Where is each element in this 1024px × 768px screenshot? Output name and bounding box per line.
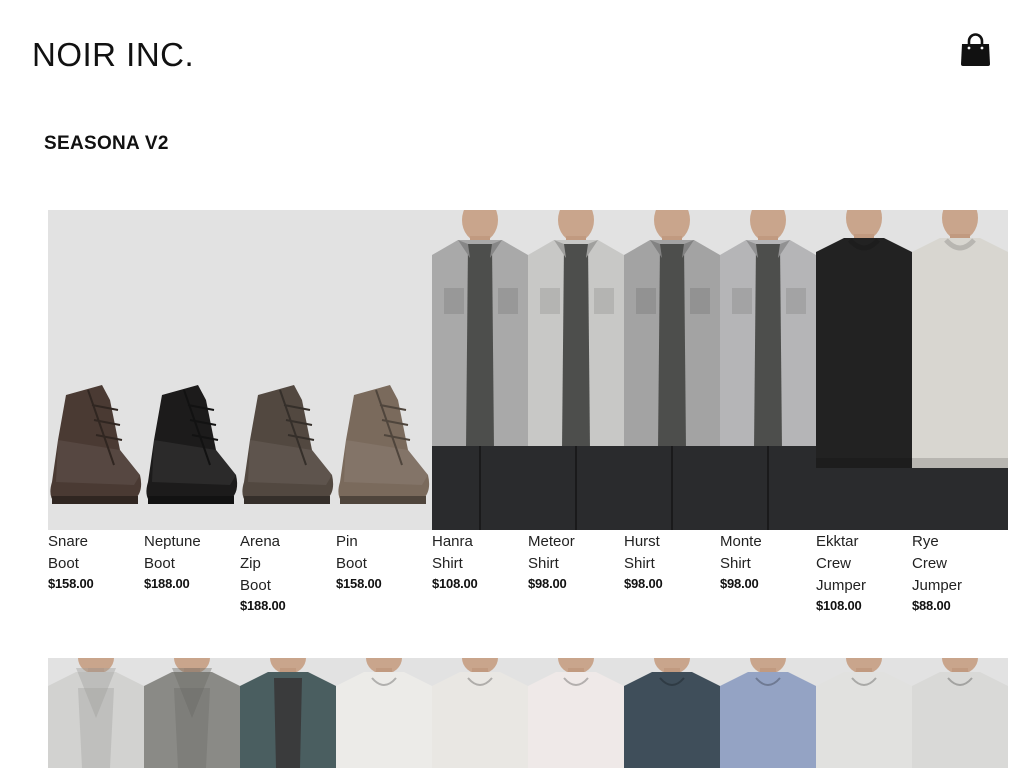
product-price: $188.00 <box>240 598 286 613</box>
product-card[interactable]: Monte Shirt $98.00 <box>720 210 816 630</box>
product-card[interactable]: Rye Crew Jumper $88.00 <box>912 210 1008 630</box>
product-card[interactable] <box>240 658 336 768</box>
product-image[interactable] <box>528 658 624 768</box>
product-name[interactable]: Hanra Shirt <box>432 531 528 575</box>
product-image[interactable] <box>432 658 528 768</box>
product-card[interactable] <box>144 658 240 768</box>
product-image[interactable] <box>624 210 720 530</box>
product-price: $88.00 <box>912 598 951 613</box>
product-card[interactable] <box>816 658 912 768</box>
product-card[interactable] <box>528 658 624 768</box>
product-image[interactable] <box>528 210 624 530</box>
product-card[interactable]: Ekktar Crew Jumper $108.00 <box>816 210 912 630</box>
product-image[interactable] <box>624 658 720 768</box>
product-card[interactable] <box>336 658 432 768</box>
product-card[interactable]: Hanra Shirt $108.00 <box>432 210 528 630</box>
product-grid-row-1: Snare Boot $158.00 Neptune Boot $188.00 Aren… <box>48 210 1024 630</box>
product-name[interactable]: Ekktar Crew Jumper <box>816 531 912 597</box>
product-price: $108.00 <box>432 576 478 591</box>
product-image[interactable] <box>144 210 240 530</box>
product-card[interactable] <box>432 658 528 768</box>
product-price: $158.00 <box>336 576 382 591</box>
product-image[interactable] <box>912 210 1008 530</box>
product-card[interactable]: Hurst Shirt $98.00 <box>624 210 720 630</box>
product-name[interactable]: Hurst Shirt <box>624 531 720 575</box>
product-image[interactable] <box>48 210 144 530</box>
product-card[interactable]: Meteor Shirt $98.00 <box>528 210 624 630</box>
product-name[interactable]: Rye Crew Jumper <box>912 531 1008 597</box>
product-image[interactable] <box>816 658 912 768</box>
product-image[interactable] <box>336 210 432 530</box>
product-price: $158.00 <box>48 576 94 591</box>
product-grid-row-2 <box>48 658 1024 768</box>
product-name[interactable]: Neptune Boot <box>144 531 240 575</box>
product-card[interactable]: Neptune Boot $188.00 <box>144 210 240 630</box>
product-image[interactable] <box>240 658 336 768</box>
product-image[interactable] <box>240 210 336 530</box>
product-image[interactable] <box>816 210 912 530</box>
site-header: NOIR INC. <box>0 0 1024 110</box>
product-price: $98.00 <box>624 576 663 591</box>
product-card[interactable] <box>912 658 1008 768</box>
product-price: $98.00 <box>528 576 567 591</box>
shopping-bag-icon[interactable] <box>960 33 991 67</box>
product-name[interactable]: Monte Shirt <box>720 531 816 575</box>
product-card[interactable]: Pin Boot $158.00 <box>336 210 432 630</box>
product-image[interactable] <box>48 658 144 768</box>
product-card[interactable] <box>48 658 144 768</box>
product-image[interactable] <box>912 658 1008 768</box>
collection-title: SEASONA V2 <box>44 133 169 154</box>
product-image[interactable] <box>144 658 240 768</box>
product-name[interactable]: Meteor Shirt <box>528 531 624 575</box>
brand-logo[interactable]: NOIR INC. <box>32 36 194 74</box>
product-price: $108.00 <box>816 598 862 613</box>
product-name[interactable]: Snare Boot <box>48 531 144 575</box>
product-name[interactable]: Pin Boot <box>336 531 432 575</box>
product-image[interactable] <box>720 210 816 530</box>
product-image[interactable] <box>720 658 816 768</box>
product-card[interactable]: Arena Zip Boot $188.00 <box>240 210 336 630</box>
product-name[interactable]: Arena Zip Boot <box>240 531 336 597</box>
product-card[interactable] <box>720 658 816 768</box>
product-price: $188.00 <box>144 576 190 591</box>
product-card[interactable] <box>624 658 720 768</box>
product-image[interactable] <box>432 210 528 530</box>
product-card[interactable]: Snare Boot $158.00 <box>48 210 144 630</box>
product-image[interactable] <box>336 658 432 768</box>
product-price: $98.00 <box>720 576 759 591</box>
